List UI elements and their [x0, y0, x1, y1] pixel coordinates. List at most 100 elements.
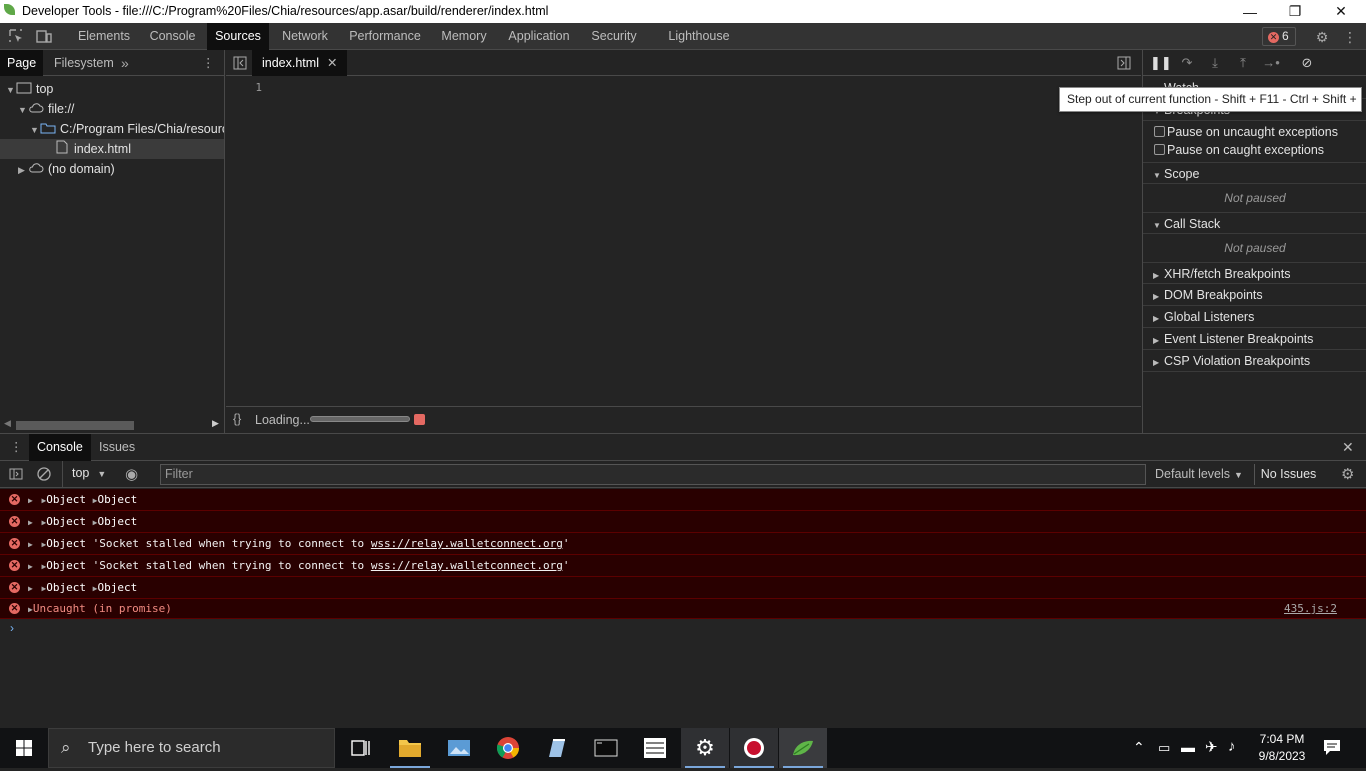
taskbar-recorder[interactable]	[730, 728, 778, 768]
taskbar-file-explorer[interactable]	[386, 728, 434, 768]
navigator-tab-page[interactable]: Page	[0, 50, 44, 76]
network-status-icon[interactable]: ▭	[1158, 740, 1170, 756]
start-button[interactable]	[0, 728, 48, 768]
expand-arrow-icon[interactable]: ▶	[28, 518, 33, 527]
section-csp-violation-breakpoints[interactable]: ▶ CSP Violation Breakpoints	[1143, 350, 1366, 372]
toggle-navigator-icon[interactable]	[232, 55, 248, 71]
console-error-message[interactable]: ✕ ▶ ▶Object ▶Object	[0, 577, 1366, 599]
websocket-url-link[interactable]: wss://relay.walletconnect.org	[371, 559, 563, 572]
taskbar-clock[interactable]: 7:04 PM 9/8/2023	[1252, 731, 1312, 765]
websocket-url-link[interactable]: wss://relay.walletconnect.org	[371, 537, 563, 550]
object-preview[interactable]: Object	[97, 581, 137, 594]
clear-console-icon[interactable]	[36, 466, 52, 482]
navigator-menu-icon[interactable]: ⋮	[202, 50, 215, 76]
tab-performance[interactable]: Performance	[341, 23, 429, 50]
tab-network[interactable]: Network	[272, 23, 338, 50]
taskbar-hex-editor[interactable]	[631, 728, 679, 768]
tree-item-renderer-folder[interactable]: ▼ C:/Program Files/Chia/resources/app.asa…	[0, 119, 224, 139]
console-uncaught-error[interactable]: ✕ ▶Uncaught (in promise) 435.js:2	[0, 599, 1366, 619]
taskbar-terminal[interactable]	[582, 728, 630, 768]
log-levels-dropdown[interactable]: Default levels ▼	[1155, 464, 1243, 486]
tab-security[interactable]: Security	[583, 23, 645, 50]
section-scope[interactable]: ▼ Scope	[1143, 162, 1366, 184]
toggle-debugger-icon[interactable]	[1116, 55, 1132, 71]
close-window-button[interactable]: ✕	[1318, 0, 1364, 23]
tab-console[interactable]: Console	[140, 23, 205, 50]
taskbar-notes-app[interactable]	[533, 728, 581, 768]
airplane-mode-icon[interactable]: ✈	[1205, 738, 1218, 756]
expand-arrow-icon[interactable]: ▶	[28, 562, 33, 571]
settings-gear-icon[interactable]: ⚙	[1313, 28, 1331, 46]
drawer-tab-issues[interactable]: Issues	[99, 434, 135, 461]
editor-tab-index-html[interactable]: index.html ✕	[252, 50, 348, 76]
close-tab-icon[interactable]: ✕	[327, 56, 337, 70]
minimize-button[interactable]: —	[1227, 0, 1273, 23]
pause-caught-checkbox[interactable]	[1154, 144, 1165, 155]
pause-uncaught-checkbox[interactable]	[1154, 126, 1165, 137]
object-preview[interactable]: Object	[46, 493, 86, 506]
close-drawer-icon[interactable]: ✕	[1342, 434, 1354, 461]
tab-sources[interactable]: Sources	[207, 23, 269, 50]
deactivate-breakpoints-icon[interactable]: ⊘	[1298, 54, 1316, 72]
console-settings-gear-icon[interactable]: ⚙	[1341, 465, 1354, 483]
tab-application[interactable]: Application	[499, 23, 579, 50]
volume-icon[interactable]: ♪	[1228, 738, 1236, 755]
tab-memory[interactable]: Memory	[432, 23, 496, 50]
section-event-listener-breakpoints[interactable]: ▶ Event Listener Breakpoints	[1143, 328, 1366, 350]
tree-item-index-html[interactable]: index.html	[0, 139, 224, 159]
error-count-badge[interactable]: ✕ 6	[1262, 27, 1296, 46]
more-tabs-chevron-icon[interactable]: »	[121, 50, 129, 76]
console-error-message[interactable]: ✕ ▶ ▶Object ▶Object	[0, 489, 1366, 511]
more-options-icon[interactable]: ⋮	[1341, 28, 1359, 46]
taskbar-search-box[interactable]: ⌕ Type here to search	[48, 728, 335, 768]
context-selector[interactable]: top ▼	[72, 466, 106, 480]
expand-arrow-icon[interactable]: ▶	[28, 584, 33, 593]
section-call-stack[interactable]: ▼ Call Stack	[1143, 212, 1366, 234]
inspect-element-icon[interactable]	[7, 28, 25, 46]
console-filter-input[interactable]: Filter	[160, 464, 1146, 485]
tree-item-file-origin[interactable]: ▼ file://	[0, 99, 224, 119]
console-error-message[interactable]: ✕ ▶ ▶Object 'Socket stalled when trying …	[0, 533, 1366, 555]
object-preview[interactable]: Object	[97, 515, 137, 528]
object-preview[interactable]: Object	[46, 537, 86, 550]
console-sidebar-icon[interactable]	[8, 466, 24, 482]
step-over-icon[interactable]: ↷	[1178, 54, 1196, 72]
drawer-menu-icon[interactable]: ⋮	[10, 434, 23, 461]
expand-arrow-icon[interactable]: ▶	[28, 496, 33, 505]
device-toolbar-icon[interactable]	[35, 28, 53, 46]
error-source-link[interactable]: 435.js:2	[1284, 599, 1337, 619]
stop-loading-icon[interactable]	[414, 414, 425, 425]
taskbar-photo-app[interactable]	[435, 728, 483, 768]
drawer-tab-console[interactable]: Console	[29, 434, 91, 461]
tree-item-top[interactable]: ▼ top	[0, 79, 224, 99]
tab-elements[interactable]: Elements	[70, 23, 138, 50]
tab-lighthouse[interactable]: Lighthouse	[663, 23, 735, 50]
section-xhr-breakpoints[interactable]: ▶ XHR/fetch Breakpoints	[1143, 262, 1366, 284]
taskbar-settings[interactable]: ⚙	[681, 728, 729, 768]
show-hidden-icons-chevron-icon[interactable]: ⌃	[1133, 739, 1145, 756]
section-global-listeners[interactable]: ▶ Global Listeners	[1143, 306, 1366, 328]
pretty-print-icon[interactable]: {}	[233, 412, 241, 426]
object-preview[interactable]: Object	[46, 515, 86, 528]
expand-arrow-icon[interactable]: ▶	[28, 540, 33, 549]
notifications-icon[interactable]	[1323, 738, 1341, 756]
navigator-tab-filesystem[interactable]: Filesystem	[54, 50, 114, 76]
console-error-message[interactable]: ✕ ▶ ▶Object ▶Object	[0, 511, 1366, 533]
tree-item-no-domain[interactable]: ▶ (no domain)	[0, 159, 224, 179]
object-preview[interactable]: Object	[46, 559, 86, 572]
live-expression-eye-icon[interactable]: ◉	[125, 465, 138, 483]
navigator-horizontal-scrollbar[interactable]: ◀ ▶	[0, 418, 224, 432]
taskbar-chia[interactable]	[779, 728, 827, 768]
console-error-message[interactable]: ✕ ▶ ▶Object 'Socket stalled when trying …	[0, 555, 1366, 577]
step-icon[interactable]: →•	[1262, 54, 1280, 72]
battery-icon[interactable]: ▬	[1181, 739, 1195, 755]
issues-button[interactable]: No Issues	[1254, 464, 1322, 485]
object-preview[interactable]: Object	[97, 493, 137, 506]
task-view-button[interactable]	[336, 728, 384, 768]
scrollbar-thumb[interactable]	[16, 421, 134, 430]
step-into-icon[interactable]: ⤓	[1206, 54, 1224, 72]
console-prompt[interactable]: ›	[10, 621, 14, 635]
object-preview[interactable]: Object	[46, 581, 86, 594]
scroll-right-arrow-icon[interactable]: ▶	[212, 418, 219, 429]
step-out-icon[interactable]: ⤒	[1234, 54, 1252, 72]
